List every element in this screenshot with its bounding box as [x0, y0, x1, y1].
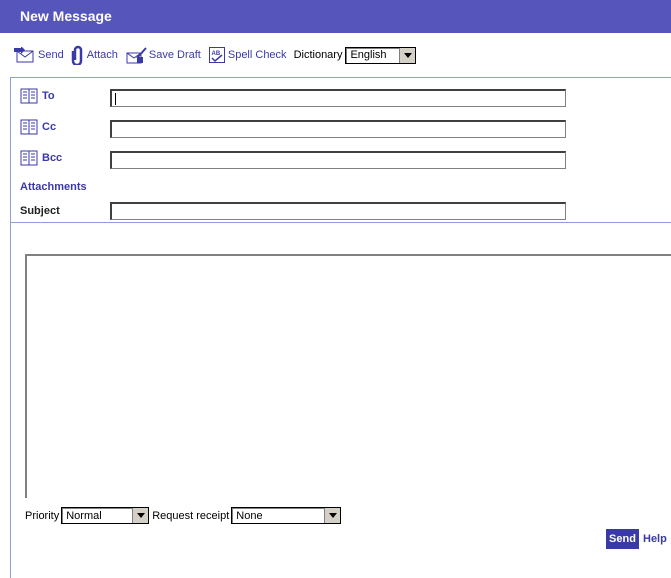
- cc-address-book-button[interactable]: Cc: [20, 119, 56, 135]
- save-draft-icon: [126, 47, 147, 64]
- toolbar: Send Attach Save Draft AB Spell Check Di…: [0, 40, 671, 70]
- dictionary-label: Dictionary: [293, 49, 343, 61]
- save-draft-label: Save Draft: [148, 49, 201, 61]
- header-divider: [10, 222, 671, 223]
- bcc-label: Bcc: [42, 152, 63, 164]
- chevron-down-icon: [399, 47, 416, 63]
- cc-label: Cc: [42, 121, 57, 133]
- send-toolbar-label: Send: [38, 49, 64, 61]
- dictionary-value: English: [350, 49, 387, 61]
- chevron-down-icon: [132, 508, 149, 523]
- message-options: Priority Normal Request receipt None: [25, 507, 342, 524]
- receipt-label: Request receipt: [152, 509, 230, 522]
- window-title: New Message: [0, 0, 671, 33]
- receipt-value: None: [236, 509, 263, 522]
- save-draft-button[interactable]: Save Draft: [125, 46, 201, 64]
- to-input[interactable]: [110, 89, 566, 107]
- left-border: [10, 78, 11, 578]
- subject-input[interactable]: [110, 202, 566, 220]
- priority-select[interactable]: Normal: [61, 507, 150, 524]
- dictionary-select[interactable]: English: [345, 46, 417, 64]
- bcc-address-book-button[interactable]: Bcc: [20, 150, 62, 166]
- message-body-textarea[interactable]: [25, 254, 671, 498]
- help-link[interactable]: Help: [643, 529, 667, 549]
- cc-input[interactable]: [110, 120, 566, 138]
- address-book-icon: [20, 150, 38, 166]
- priority-value: Normal: [66, 509, 102, 522]
- address-book-icon: [20, 88, 38, 104]
- attach-button[interactable]: Attach: [71, 45, 118, 65]
- to-label: To: [42, 90, 55, 102]
- send-toolbar-button[interactable]: Send: [14, 47, 64, 63]
- receipt-select[interactable]: None: [231, 507, 342, 524]
- address-book-icon: [20, 119, 38, 135]
- bcc-input[interactable]: [110, 151, 566, 169]
- chevron-down-icon: [324, 508, 341, 523]
- subject-label: Subject: [20, 205, 60, 217]
- spell-check-icon: AB: [208, 47, 225, 63]
- to-address-book-button[interactable]: To: [20, 88, 55, 104]
- paperclip-icon: [71, 45, 82, 65]
- text-caret: [115, 93, 116, 105]
- toolbar-divider: [10, 77, 671, 78]
- priority-label: Priority: [25, 509, 60, 522]
- svg-text:AB: AB: [211, 51, 220, 57]
- spell-check-label: Spell Check: [227, 49, 287, 61]
- attach-label: Attach: [86, 49, 118, 61]
- attachments-label: Attachments: [20, 181, 87, 193]
- spell-check-button[interactable]: AB Spell Check: [208, 46, 287, 64]
- envelope-send-icon: [14, 47, 34, 63]
- send-button[interactable]: Send: [606, 529, 639, 549]
